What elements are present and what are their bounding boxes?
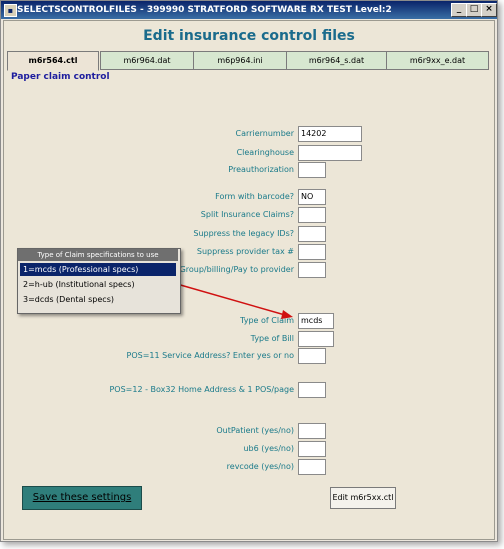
app-window: ▪ SELECTSCONTROLFILES - 399990 STRATFORD…	[0, 0, 498, 542]
claim-type-popup: Type of Claim specifications to use 1=mc…	[17, 248, 181, 314]
save-settings-label: Save these settings	[32, 492, 132, 503]
popup-header: Type of Claim specifications to use	[18, 249, 178, 261]
popup-option-mcds[interactable]: 1=mcds (Professional specs)	[20, 263, 176, 276]
popup-option-dcds[interactable]: 3=dcds (Dental specs)	[20, 293, 176, 306]
save-settings-button[interactable]: Save these settings	[22, 486, 142, 510]
edit-ctl-button[interactable]: Edit m6r5xx.ctl	[330, 487, 396, 509]
popup-option-hub[interactable]: 2=h-ub (Institutional specs)	[20, 278, 176, 291]
